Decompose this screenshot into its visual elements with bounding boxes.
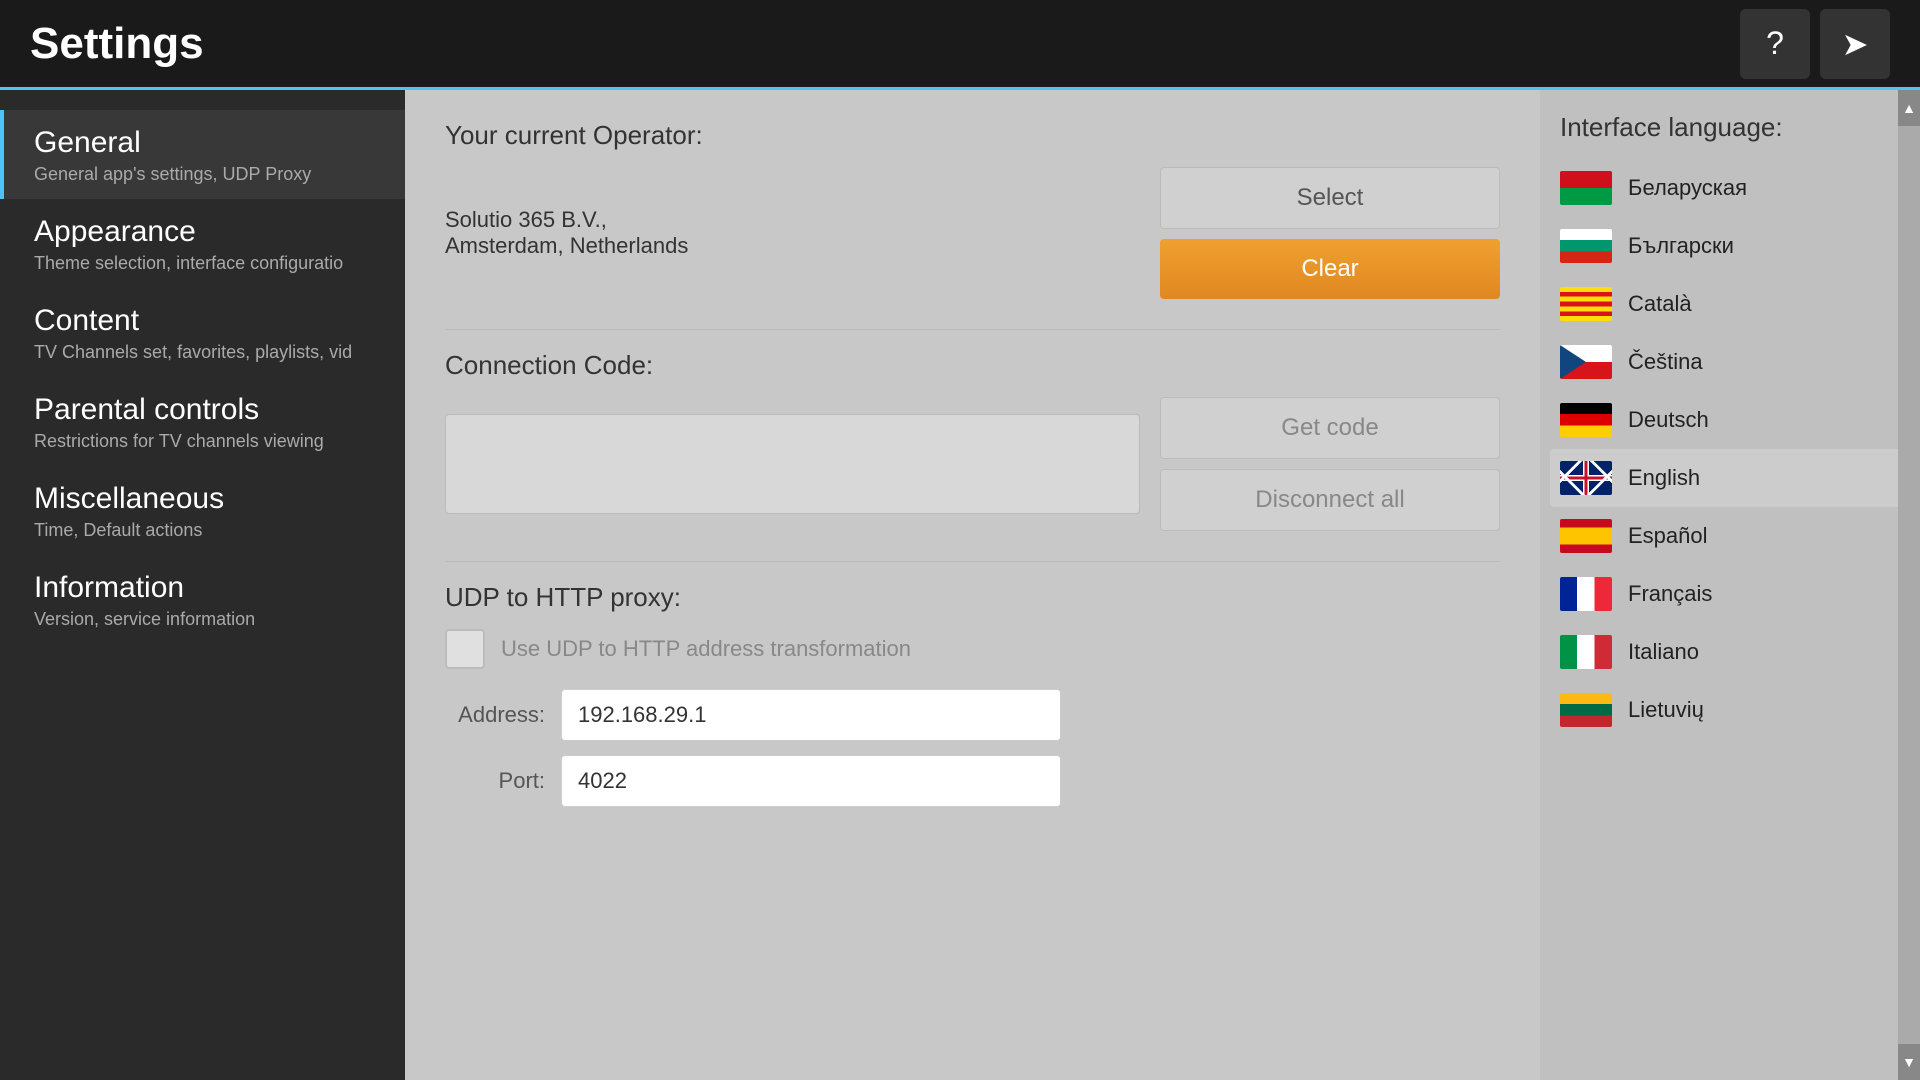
language-scrollbar: ▲ ▼: [1898, 90, 1920, 1080]
flag-it: [1560, 635, 1612, 669]
language-item-by[interactable]: Беларуская: [1550, 159, 1910, 217]
flag-fr: [1560, 577, 1612, 611]
sidebar-item-info[interactable]: Information Version, service information: [0, 555, 405, 644]
language-item-it[interactable]: Italiano: [1550, 623, 1910, 681]
sidebar-item-parental[interactable]: Parental controls Restrictions for TV ch…: [0, 377, 405, 466]
divider-1: [445, 329, 1500, 330]
language-name-it: Italiano: [1628, 639, 1699, 665]
sidebar-item-appearance[interactable]: Appearance Theme selection, interface co…: [0, 199, 405, 288]
language-item-fr[interactable]: Français: [1550, 565, 1910, 623]
scroll-down-button[interactable]: ▼: [1898, 1044, 1920, 1080]
flag-de: [1560, 403, 1612, 437]
address-row: Address:: [445, 689, 1500, 741]
language-item-en[interactable]: English: [1550, 449, 1910, 507]
sidebar-item-misc[interactable]: Miscellaneous Time, Default actions: [0, 466, 405, 555]
operator-buttons: Select Clear: [1160, 167, 1500, 299]
content-area: Your current Operator: Solutio 365 B.V.,…: [405, 90, 1540, 1080]
main-layout: General General app's settings, UDP Prox…: [0, 90, 1920, 1080]
connection-row: Get code Disconnect all: [445, 397, 1500, 531]
flag-en: [1560, 461, 1612, 495]
sidebar: General General app's settings, UDP Prox…: [0, 90, 405, 1080]
sidebar-item-subtitle-content: TV Channels set, favorites, playlists, v…: [34, 342, 374, 363]
language-panel-title: Interface language:: [1540, 90, 1920, 159]
language-name-ca: Català: [1628, 291, 1692, 317]
language-name-lt: Lietuvių: [1628, 697, 1704, 723]
language-name-de: Deutsch: [1628, 407, 1709, 433]
sidebar-item-general[interactable]: General General app's settings, UDP Prox…: [0, 110, 405, 199]
language-item-es[interactable]: Español: [1550, 507, 1910, 565]
sidebar-item-title-parental: Parental controls: [34, 393, 375, 427]
sidebar-item-subtitle-info: Version, service information: [34, 609, 374, 630]
flag-by: [1560, 171, 1612, 205]
flag-es: [1560, 519, 1612, 553]
language-item-ca[interactable]: Català: [1550, 275, 1910, 333]
connection-code-title: Connection Code:: [445, 350, 1500, 381]
language-name-es: Español: [1628, 523, 1708, 549]
share-button[interactable]: ➤: [1820, 9, 1890, 79]
flag-ca: [1560, 287, 1612, 321]
udp-checkbox[interactable]: [445, 629, 485, 669]
operator-section-title: Your current Operator:: [445, 120, 1500, 151]
language-name-by: Беларуская: [1628, 175, 1747, 201]
header-actions: ? ➤: [1740, 9, 1890, 79]
connection-buttons: Get code Disconnect all: [1160, 397, 1500, 531]
page-title: Settings: [30, 19, 204, 69]
flag-bg: [1560, 229, 1612, 263]
port-input[interactable]: [561, 755, 1061, 807]
address-label: Address:: [445, 702, 545, 728]
get-code-button[interactable]: Get code: [1160, 397, 1500, 459]
app-header: Settings ? ➤: [0, 0, 1920, 90]
sidebar-item-title-content: Content: [34, 304, 375, 338]
port-row: Port:: [445, 755, 1500, 807]
divider-2: [445, 561, 1500, 562]
sidebar-item-subtitle-appearance: Theme selection, interface configuratio: [34, 253, 374, 274]
language-name-bg: Български: [1628, 233, 1734, 259]
language-name-fr: Français: [1628, 581, 1712, 607]
clear-button[interactable]: Clear: [1160, 239, 1500, 299]
operator-section: Solutio 365 B.V.,Amsterdam, Netherlands …: [445, 167, 1500, 299]
sidebar-item-subtitle-parental: Restrictions for TV channels viewing: [34, 431, 374, 452]
address-input[interactable]: [561, 689, 1061, 741]
udp-section: UDP to HTTP proxy: Use UDP to HTTP addre…: [445, 582, 1500, 807]
udp-checkbox-label: Use UDP to HTTP address transformation: [501, 636, 911, 662]
language-item-lt[interactable]: Lietuvių: [1550, 681, 1910, 739]
sidebar-item-subtitle-misc: Time, Default actions: [34, 520, 374, 541]
sidebar-item-title-info: Information: [34, 571, 375, 605]
help-button[interactable]: ?: [1740, 9, 1810, 79]
flag-cz: [1560, 345, 1612, 379]
language-item-bg[interactable]: Български: [1550, 217, 1910, 275]
udp-checkbox-row: Use UDP to HTTP address transformation: [445, 629, 1500, 669]
sidebar-item-title-misc: Miscellaneous: [34, 482, 375, 516]
language-item-de[interactable]: Deutsch: [1550, 391, 1910, 449]
language-list: БеларускаяБългарскиCatalàČeštinaDeutsch …: [1540, 159, 1920, 1080]
code-input-box: [445, 414, 1140, 514]
language-name-cz: Čeština: [1628, 349, 1703, 375]
operator-name: Solutio 365 B.V.,Amsterdam, Netherlands: [445, 207, 1140, 259]
sidebar-item-content[interactable]: Content TV Channels set, favorites, play…: [0, 288, 405, 377]
language-name-en: English: [1628, 465, 1700, 491]
connection-section: Connection Code: Get code Disconnect all: [445, 350, 1500, 531]
flag-lt: [1560, 693, 1612, 727]
sidebar-item-title-appearance: Appearance: [34, 215, 375, 249]
language-item-cz[interactable]: Čeština: [1550, 333, 1910, 391]
sidebar-item-title-general: General: [34, 126, 375, 160]
port-label: Port:: [445, 768, 545, 794]
scroll-up-button[interactable]: ▲: [1898, 90, 1920, 126]
sidebar-item-subtitle-general: General app's settings, UDP Proxy: [34, 164, 374, 185]
disconnect-all-button[interactable]: Disconnect all: [1160, 469, 1500, 531]
language-panel: Interface language: Беларуская Български C…: [1540, 90, 1920, 1080]
select-button[interactable]: Select: [1160, 167, 1500, 229]
udp-section-title: UDP to HTTP proxy:: [445, 582, 1500, 613]
